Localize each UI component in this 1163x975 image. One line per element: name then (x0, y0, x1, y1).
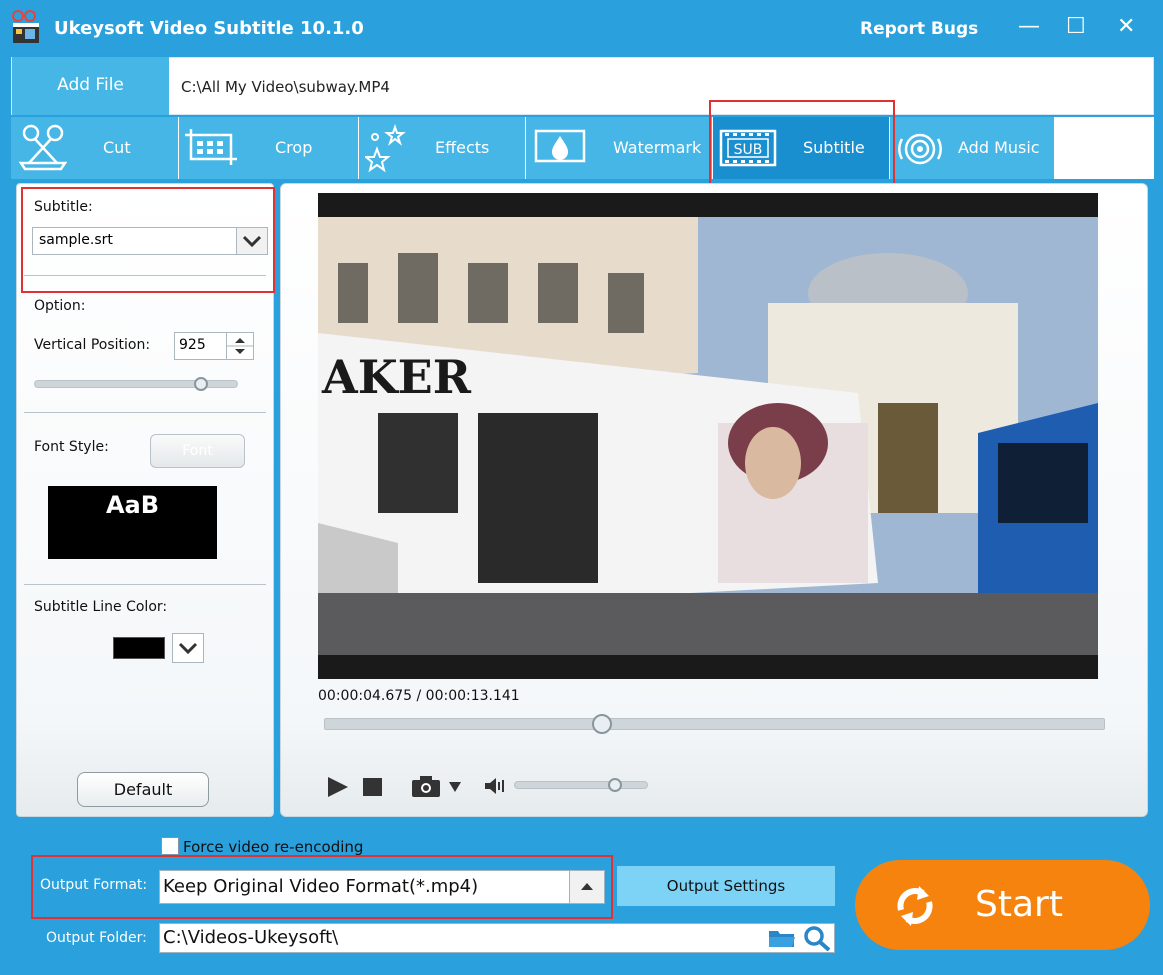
line-color-select[interactable] (110, 633, 204, 663)
vertical-position-value: 925 (179, 337, 206, 353)
tab-cut-label: Cut (103, 138, 131, 157)
vertical-position-label: Vertical Position: (34, 337, 151, 353)
line-color-swatch (113, 637, 165, 659)
video-text: AKER (321, 350, 472, 404)
start-label: Start (975, 884, 1063, 925)
report-bugs-link[interactable]: Report Bugs (860, 19, 978, 39)
search-icon[interactable] (803, 925, 831, 955)
highlight-box-subtitle-tab (709, 100, 895, 189)
app-title: Ukeysoft Video Subtitle 10.1.0 (54, 18, 364, 39)
stop-icon[interactable] (363, 778, 382, 796)
spin-arrows-icon[interactable] (226, 333, 253, 359)
option-label: Option: (34, 298, 86, 314)
tab-crop-label: Crop (275, 138, 313, 157)
camera-icon[interactable] (411, 774, 463, 802)
play-icon[interactable] (326, 775, 350, 803)
volume-slider[interactable] (514, 781, 648, 789)
tab-watermark-label: Watermark (613, 138, 702, 157)
stars-icon (363, 123, 409, 177)
default-button[interactable]: Default (77, 772, 209, 807)
output-folder-field[interactable]: C:\Videos-Ukeysoft\ (159, 923, 835, 953)
output-folder-label: Output Folder: (46, 930, 147, 946)
scissors-icon (17, 123, 69, 177)
maximize-button[interactable]: ☐ (1066, 14, 1086, 39)
playback-progress-knob[interactable] (592, 714, 613, 734)
crop-icon (183, 129, 237, 169)
chevron-down-icon[interactable] (172, 633, 204, 663)
highlight-box-subtitle-select (21, 187, 275, 293)
tab-cut[interactable]: Cut (11, 117, 179, 179)
app-logo-icon (10, 10, 44, 46)
vertical-position-stepper[interactable]: 925 (174, 332, 254, 360)
tab-effects-label: Effects (435, 138, 490, 157)
font-button[interactable]: Font (150, 434, 245, 468)
highlight-box-output-format (31, 855, 613, 919)
font-style-label: Font Style: (34, 439, 109, 455)
close-button[interactable]: ✕ (1117, 14, 1135, 39)
output-settings-button[interactable]: Output Settings (617, 866, 835, 906)
output-folder-value: C:\Videos-Ukeysoft\ (163, 927, 339, 948)
time-display: 00:00:04.675 / 00:00:13.141 (318, 688, 520, 704)
divider (24, 412, 266, 413)
watermark-drop-icon (534, 129, 586, 169)
force-reencode-checkbox[interactable] (161, 837, 179, 855)
playback-progress-bar[interactable] (324, 718, 1105, 730)
tab-effects[interactable]: Effects (359, 117, 526, 179)
tab-crop[interactable]: Crop (179, 117, 359, 179)
tab-add-music-label: Add Music (958, 138, 1040, 157)
video-preview[interactable]: AKER (318, 193, 1098, 679)
file-path: C:\All My Video\subway.MP4 (181, 78, 390, 96)
add-file-button[interactable]: Add File (12, 57, 169, 115)
refresh-arrows-icon (893, 884, 937, 937)
minimize-button[interactable]: — (1018, 14, 1040, 39)
divider (24, 584, 266, 585)
volume-slider-knob[interactable] (607, 778, 622, 792)
tab-add-music[interactable]: Add Music (890, 117, 1055, 179)
music-rings-icon (898, 131, 942, 171)
tab-watermark[interactable]: Watermark (526, 117, 713, 179)
subtitle-line-color-label: Subtitle Line Color: (34, 599, 168, 615)
font-preview: AaB (48, 486, 217, 559)
folder-open-icon[interactable] (768, 927, 796, 953)
force-reencode-label: Force video re-encoding (183, 838, 364, 856)
volume-icon[interactable] (484, 776, 508, 800)
start-button[interactable]: Start (855, 860, 1150, 950)
